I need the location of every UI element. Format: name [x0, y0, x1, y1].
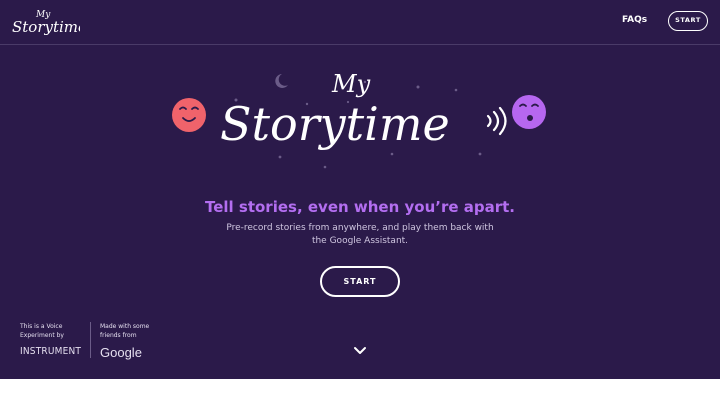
voice-experiment-label: This is a Voice Experiment by [20, 323, 64, 339]
storytime-logo: My Storytime [172, 70, 546, 169]
moon-icon [275, 74, 288, 88]
brand-large-text: Storytime [12, 18, 80, 36]
logo-small-text: My [331, 70, 371, 98]
logo-large-text: Storytime [220, 97, 450, 151]
faq-link[interactable]: FAQs [622, 15, 647, 25]
header-start-button[interactable]: START [668, 11, 708, 31]
chevron-down-icon[interactable] [353, 346, 367, 356]
instrument-logo[interactable]: INSTRUMENT [20, 346, 81, 357]
sound-waves-icon [486, 106, 507, 136]
brand-logo[interactable]: My Storytime [10, 6, 80, 38]
start-button[interactable]: START [320, 266, 400, 297]
red-face-icon [172, 98, 206, 132]
top-nav: My Storytime FAQs START [0, 0, 720, 45]
made-with-label: Made with some friends from [100, 323, 150, 339]
google-logo[interactable]: Google [100, 345, 142, 360]
page: My Storytime FAQs START My Storytime Tel… [0, 0, 720, 400]
subtitle: Pre-record stories from anywhere, and pl… [226, 223, 494, 246]
hero-section: My Storytime FAQs START My Storytime Tel… [0, 0, 720, 379]
purple-face-icon [512, 95, 546, 129]
credits-divider [90, 322, 91, 358]
tagline: Tell stories, even when you’re apart. [204, 198, 516, 216]
